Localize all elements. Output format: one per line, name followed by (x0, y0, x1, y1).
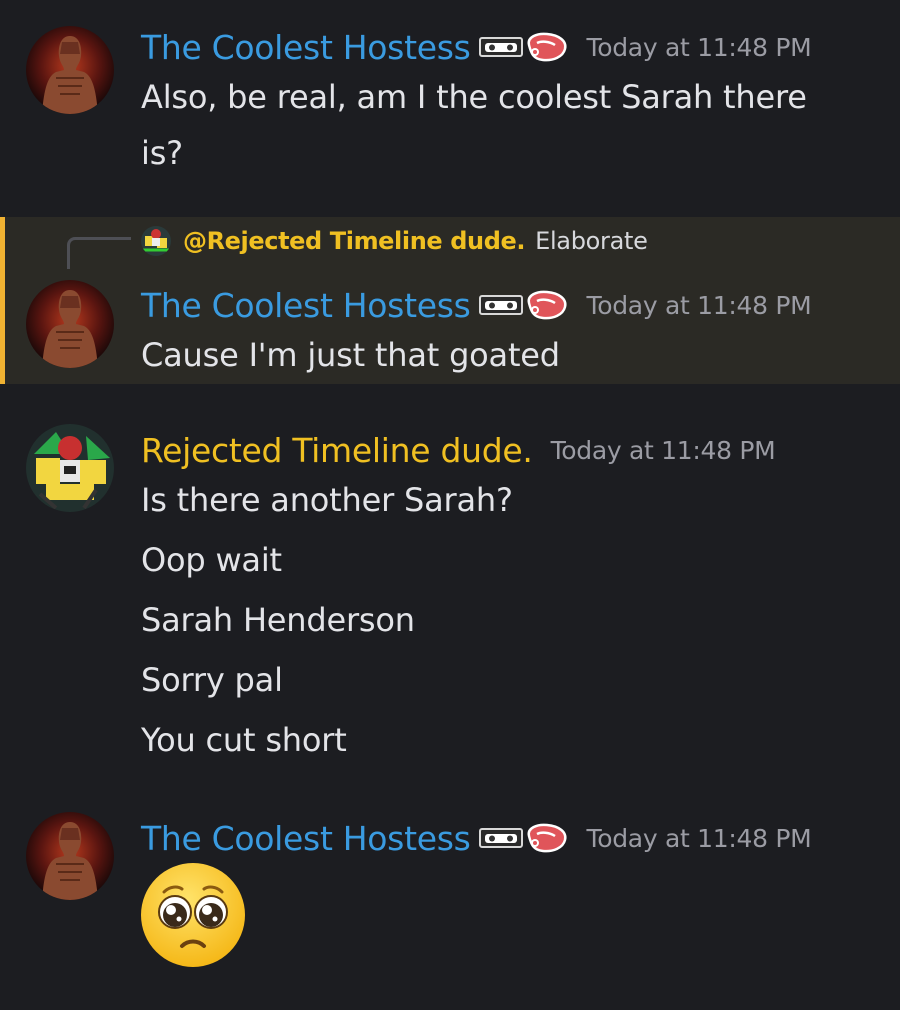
username[interactable]: The Coolest Hostess (141, 28, 471, 67)
username[interactable]: Rejected Timeline dude. (141, 431, 533, 470)
username[interactable]: The Coolest Hostess (141, 819, 471, 858)
meat-steak-icon (527, 32, 567, 62)
pleading-face-emoji[interactable] (140, 862, 246, 968)
message-header: Rejected Timeline dude. Today at 11:48 P… (141, 430, 776, 470)
reply-mention[interactable]: @Rejected Timeline dude. (183, 227, 525, 255)
reply-connector (67, 237, 131, 269)
message-text: Is there another Sarah? (141, 481, 513, 519)
reply-reference[interactable]: @Rejected Timeline dude. Elaborate (141, 225, 648, 257)
avatar[interactable] (26, 424, 114, 512)
timestamp[interactable]: Today at 11:48 PM (587, 291, 812, 320)
hostess-avatar-image (26, 26, 114, 114)
message-text: Also, be real, am I the coolest Sarah th… (141, 78, 807, 116)
message-header: The Coolest Hostess Today at 11:48 PM (141, 285, 812, 325)
message-header: The Coolest Hostess Today at 11:48 PM (141, 818, 812, 858)
username[interactable]: The Coolest Hostess (141, 286, 471, 325)
avatar[interactable] (26, 26, 114, 114)
message-text: You cut short (141, 721, 347, 759)
message-text: Sorry pal (141, 661, 283, 699)
avatar[interactable] (26, 280, 114, 368)
message-header: The Coolest Hostess Today at 11:48 PM (141, 27, 812, 67)
message-text: Oop wait (141, 541, 282, 579)
rejected-avatar-image (26, 424, 114, 512)
vhs-tape-icon (478, 37, 523, 57)
meat-steak-icon (527, 823, 567, 853)
timestamp[interactable]: Today at 11:48 PM (551, 436, 776, 465)
hostess-avatar-image (26, 280, 114, 368)
hostess-avatar-image (26, 812, 114, 900)
meat-steak-icon (527, 290, 567, 320)
user-badges (478, 822, 569, 854)
vhs-tape-icon (478, 295, 523, 315)
reply-avatar (141, 226, 171, 256)
user-badges (478, 289, 569, 321)
message-text: Sarah Henderson (141, 601, 415, 639)
avatar[interactable] (26, 812, 114, 900)
message-text: Cause I'm just that goated (141, 336, 560, 374)
user-badges (478, 31, 569, 63)
message-text: is? (141, 134, 183, 172)
reply-accent-bar (0, 217, 5, 384)
vhs-tape-icon (478, 828, 523, 848)
timestamp[interactable]: Today at 11:48 PM (587, 33, 812, 62)
reply-preview-text[interactable]: Elaborate (535, 227, 648, 255)
rejected-mini-avatar (141, 226, 171, 256)
timestamp[interactable]: Today at 11:48 PM (587, 824, 812, 853)
